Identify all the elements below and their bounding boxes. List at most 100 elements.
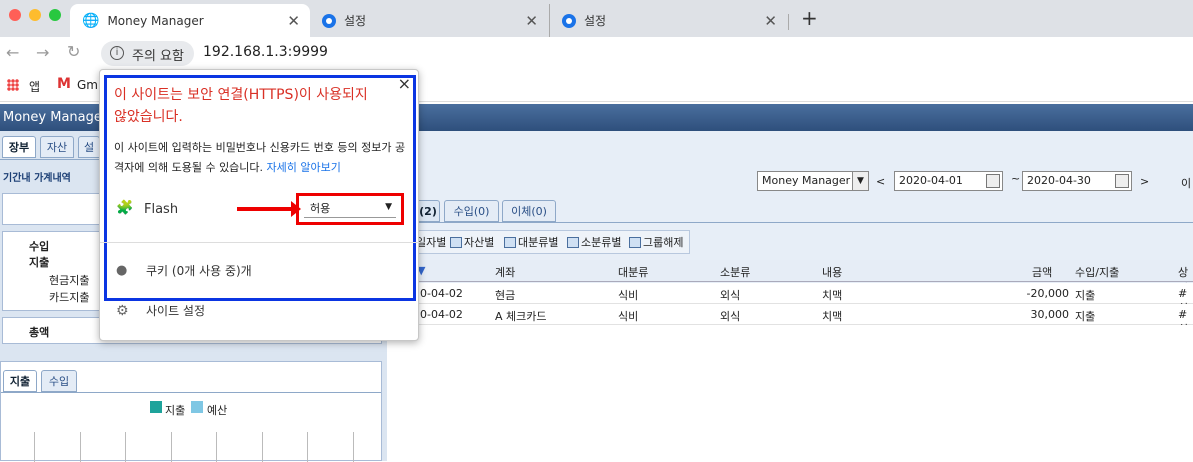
tab-strip: 🌐 Money Manager ✕ 설정 ✕ 설정 ✕ + <box>0 0 1193 37</box>
table-icon <box>504 236 516 248</box>
site-info-popup: × 이 사이트는 보안 연결(HTTPS)이 사용되지 않았습니다. 이 사이트… <box>99 69 420 341</box>
back-icon[interactable]: ← <box>6 43 19 62</box>
cookies-item[interactable]: ● 쿠키 (0개 사용 중)개 <box>116 260 252 280</box>
security-warning-body: 이 사이트에 입력하는 비밀번호나 신용카드 번호 등의 정보가 공격자에 의해… <box>114 138 410 178</box>
cell-type: 지출 <box>1075 289 1096 302</box>
cell-account: A 체크카드 <box>495 310 547 323</box>
cash-expense-label: 현금지출 <box>49 274 90 287</box>
group-by-major-button[interactable]: 대분류별 <box>504 234 558 250</box>
card-expense-label: 카드지출 <box>49 291 90 304</box>
tab-expense-count[interactable]: (2) <box>416 200 440 222</box>
flash-label: Flash <box>144 202 179 217</box>
column-content[interactable]: 내용 <box>822 264 842 280</box>
chart-panel: 지출 수입 지출 예산 <box>0 361 382 462</box>
group-by-minor-label: 소분류별 <box>581 236 622 249</box>
cell-minor: 외식 <box>720 310 741 323</box>
bookmark-gmail[interactable]: Gm <box>77 78 98 92</box>
gear-icon <box>562 13 576 28</box>
legend-budget: 예산 <box>207 404 228 417</box>
close-tab-icon[interactable]: ✕ <box>525 12 538 30</box>
cell-amount: 30,000 <box>1030 308 1070 321</box>
table-row[interactable]: 20-04-02 현금 식비 외식 치맥 -20,000 지출 #친 <box>387 283 1193 315</box>
highlight-frame-red: 허용 ▼ <box>296 193 404 225</box>
maximize-window-button[interactable] <box>49 9 61 21</box>
cell-content: 치맥 <box>822 310 843 323</box>
reload-icon[interactable]: ↻ <box>67 42 80 61</box>
close-tab-icon[interactable]: ✕ <box>764 12 777 30</box>
arrow-annotation <box>237 201 301 217</box>
tab-settings-1[interactable]: 설정 ✕ <box>310 4 548 37</box>
ungroup-button[interactable]: 그룹해제 <box>629 234 683 250</box>
security-chip-label: 주의 요함 <box>132 49 184 64</box>
column-amount[interactable]: 금액 <box>1032 264 1052 280</box>
column-account[interactable]: 계좌 <box>495 264 515 280</box>
legend-swatch-expense <box>150 401 162 413</box>
cell-major: 식비 <box>618 289 639 302</box>
legend-swatch-budget <box>191 401 203 413</box>
tab-income-count[interactable]: 수입(0) <box>444 200 499 222</box>
app-title: Money Manager <box>3 110 108 125</box>
tab-money-manager[interactable]: 🌐 Money Manager ✕ <box>70 4 310 37</box>
tab-assets[interactable]: 자산 <box>40 136 74 158</box>
tab-settings-2[interactable]: 설정 ✕ <box>549 4 787 37</box>
column-major[interactable]: 대분류 <box>618 264 648 280</box>
learn-more-link[interactable]: 자세히 알아보기 <box>267 161 341 174</box>
url-text[interactable]: 192.168.1.3:9999 <box>203 44 328 60</box>
group-by-asset-label: 자산별 <box>464 236 495 249</box>
table-header: ▼ 계좌 대분류 소분류 내용 금액 수입/지출 상서 <box>387 260 1193 295</box>
flash-permission-select[interactable]: 허용 ▼ <box>304 200 396 218</box>
group-by-date-label: 일자별 <box>416 236 447 249</box>
cookie-icon: ● <box>116 263 128 278</box>
prev-period-button[interactable]: < <box>876 175 885 188</box>
security-chip[interactable]: i 주의 요함 <box>101 41 194 66</box>
forward-icon[interactable]: → <box>36 43 49 62</box>
cell-minor: 외식 <box>720 289 741 302</box>
close-icon[interactable]: × <box>398 74 411 93</box>
tab-title: 설정 <box>584 14 607 28</box>
tab-ledger[interactable]: 장부 <box>2 136 36 158</box>
browser-toolbar: ← → ↻ i 주의 요함 192.168.1.3:9999 <box>0 37 1193 70</box>
gear-icon <box>322 13 336 28</box>
security-warning-title: 이 사이트는 보안 연결(HTTPS)이 사용되지 않았습니다. <box>114 87 368 125</box>
cell-account: 현금 <box>495 289 516 302</box>
site-settings-item[interactable]: ⚙ 사이트 설정 <box>116 300 205 320</box>
minimize-window-button[interactable] <box>29 9 41 21</box>
start-date-input[interactable]: 2020-04-01 <box>894 171 1003 191</box>
close-window-button[interactable] <box>9 9 21 21</box>
chevron-down-icon: ▼ <box>852 172 868 190</box>
security-warning-text: 이 사이트에 입력하는 비밀번호나 신용카드 번호 등의 정보가 공격자에 의해… <box>114 141 406 174</box>
chart-tab-expense[interactable]: 지출 <box>3 370 37 392</box>
cell-major: 식비 <box>618 310 639 323</box>
bookmark-apps[interactable]: 앱 <box>29 78 40 95</box>
table-icon <box>567 236 579 248</box>
table-empty-area <box>387 325 1193 461</box>
account-select[interactable]: Money Manager ▼ <box>757 171 869 191</box>
income-label: 수입 <box>29 240 50 253</box>
next-period-button[interactable]: > <box>1140 175 1149 188</box>
new-tab-button[interactable]: + <box>801 6 818 30</box>
tab-title: Money Manager <box>107 13 204 28</box>
apps-grid-icon <box>7 79 19 91</box>
group-by-minor-button[interactable]: 소분류별 <box>567 234 621 250</box>
close-tab-icon[interactable]: ✕ <box>287 12 300 30</box>
divider <box>387 222 1193 223</box>
divider <box>100 242 420 243</box>
column-type[interactable]: 수입/지출 <box>1075 264 1119 280</box>
cell-date: 20-04-02 <box>413 287 463 300</box>
column-minor[interactable]: 소분류 <box>720 264 750 280</box>
table-row[interactable]: 20-04-02 A 체크카드 식비 외식 치맥 30,000 지출 #친 <box>387 304 1193 336</box>
tab-settings[interactable]: 설 <box>78 136 100 158</box>
calendar-icon[interactable] <box>986 174 1000 188</box>
group-by-asset-button[interactable]: 자산별 <box>450 234 494 250</box>
calendar-icon[interactable] <box>1115 174 1129 188</box>
period-label: 기간내 가계내역 <box>3 173 71 184</box>
gmail-icon: M <box>57 76 71 92</box>
chevron-down-icon: ▼ <box>385 202 392 212</box>
group-by-date-button[interactable]: 일자별 <box>416 234 446 250</box>
flash-permission-value: 허용 <box>310 202 331 215</box>
chart-tab-income[interactable]: 수입 <box>41 370 77 392</box>
ungroup-label: 그룹해제 <box>643 236 684 249</box>
tab-transfer-count[interactable]: 이체(0) <box>502 200 556 222</box>
end-date-input[interactable]: 2020-04-30 <box>1022 171 1132 191</box>
cell-type: 지출 <box>1075 310 1096 323</box>
